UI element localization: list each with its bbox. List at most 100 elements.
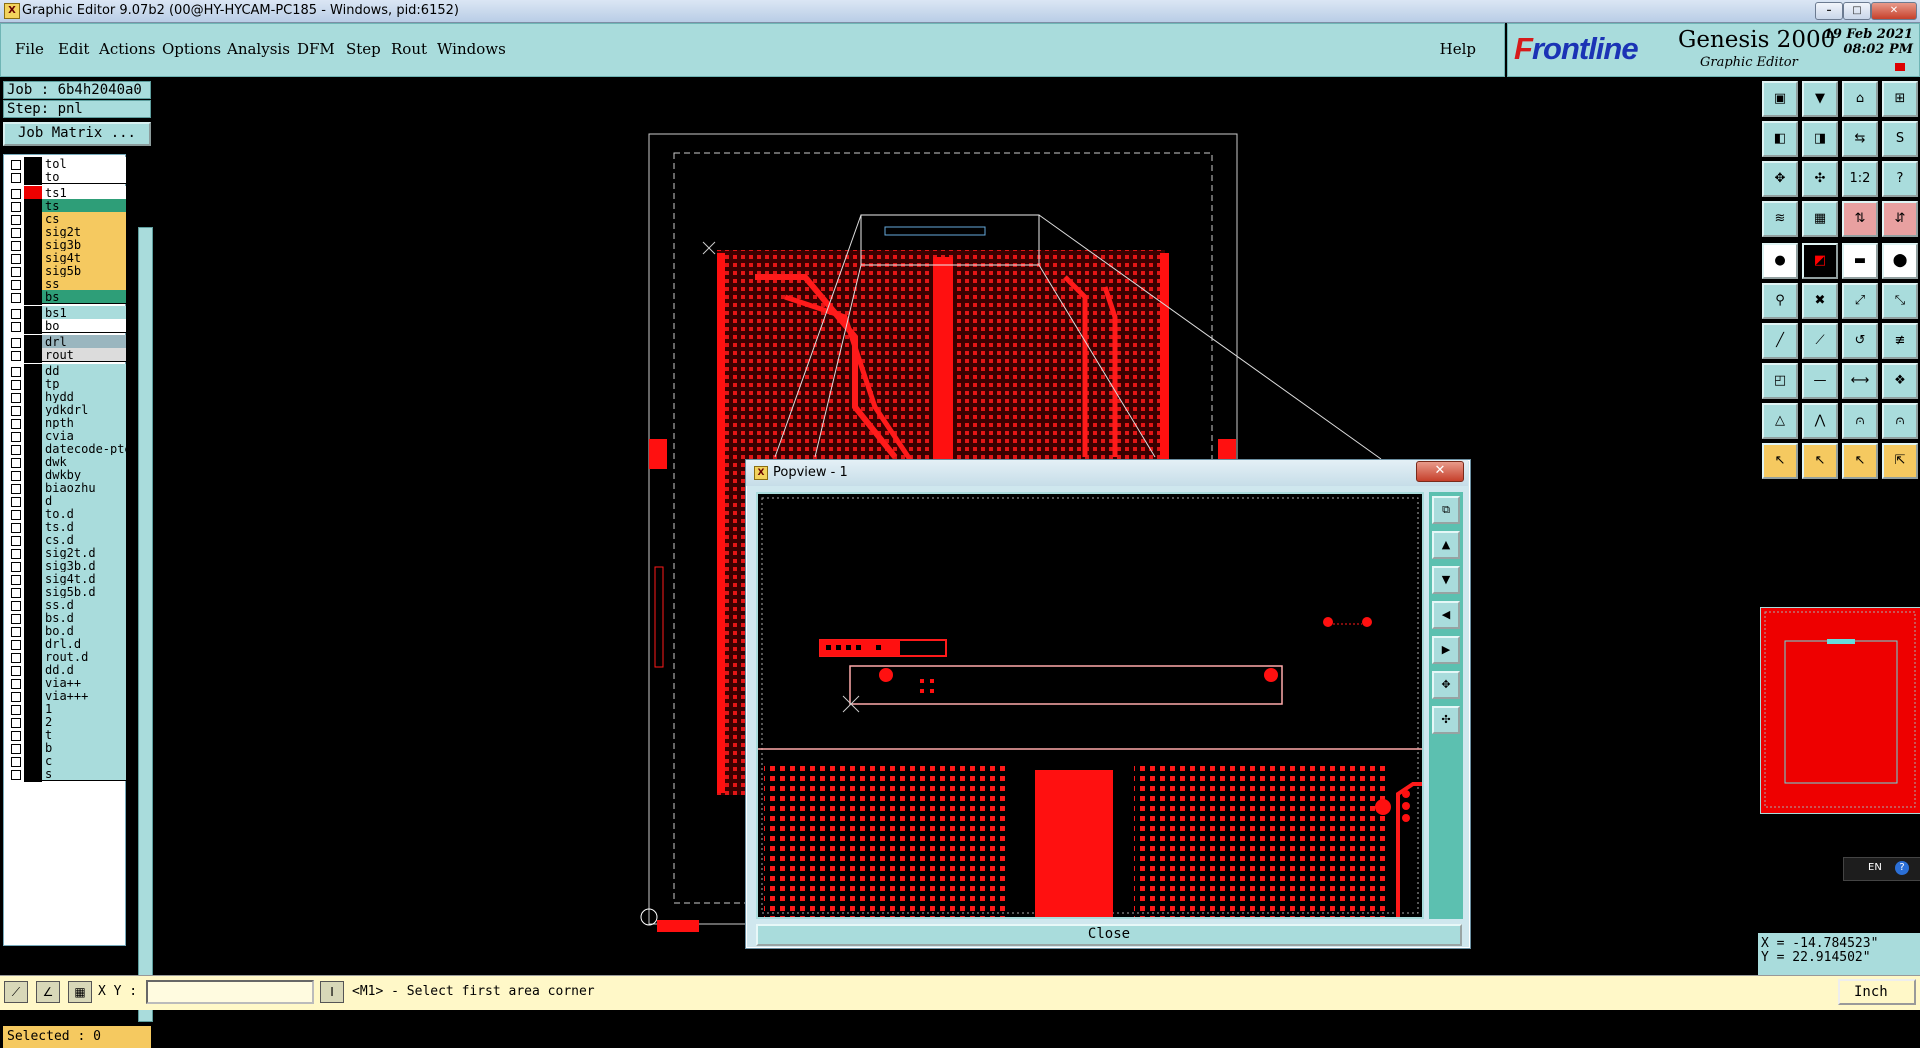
layer-checkbox[interactable] — [11, 497, 21, 507]
diagonal-line-icon[interactable]: ⟋ — [1802, 323, 1838, 359]
menu-rout[interactable]: Rout — [391, 40, 427, 58]
arrow-up-icon[interactable]: ⋀ — [1802, 403, 1838, 439]
layer-name[interactable]: via++ — [42, 676, 126, 690]
layer-name[interactable]: bs1 — [42, 306, 126, 320]
layer-name[interactable]: sig4t — [42, 251, 126, 265]
layer-name[interactable]: bo — [42, 319, 126, 333]
layer-name[interactable]: b — [42, 741, 126, 755]
layer-checkbox[interactable] — [11, 757, 21, 767]
layer-checkbox[interactable] — [11, 562, 21, 572]
scale-icon[interactable]: 1:2 — [1842, 161, 1878, 197]
layer-checkbox[interactable] — [11, 692, 21, 702]
layer-name[interactable]: hydd — [42, 390, 126, 404]
layer-checkbox[interactable] — [11, 731, 21, 741]
layer-row[interactable]: bo — [4, 319, 126, 334]
layer-checkbox[interactable] — [11, 380, 21, 390]
layer-name[interactable]: t — [42, 728, 126, 742]
pad-snap-icon[interactable]: ◰ — [1762, 363, 1798, 399]
grid-tool-icon[interactable]: ▦ — [68, 981, 92, 1003]
layer-name[interactable]: bs — [42, 290, 126, 304]
select-route-icon[interactable]: ⇱ — [1882, 443, 1918, 479]
layer-name[interactable]: ts — [42, 199, 126, 213]
mirror-icon[interactable]: ⇆ — [1842, 121, 1878, 157]
open-job-icon[interactable]: ▣ — [1762, 81, 1798, 117]
layer-name[interactable]: ydkdrl — [42, 403, 126, 417]
menu-file[interactable]: File — [15, 40, 44, 58]
grid-icon[interactable]: ▦ — [1802, 201, 1838, 237]
layer-name[interactable]: sig5b.d — [42, 585, 126, 599]
menu-edit[interactable]: Edit — [58, 40, 89, 58]
pattern-icon[interactable]: ❖ — [1882, 363, 1918, 399]
layer-name[interactable]: ts1 — [42, 186, 126, 200]
layer-checkbox[interactable] — [11, 770, 21, 780]
add-pad-icon[interactable]: ● — [1762, 243, 1798, 279]
popview-home-icon[interactable]: ✣ — [1432, 706, 1460, 734]
layer-name[interactable]: rout.d — [42, 650, 126, 664]
help-icon[interactable]: ? — [1882, 161, 1918, 197]
pan-right-icon[interactable]: ◨ — [1802, 121, 1838, 157]
delete-node-icon[interactable]: ✖ — [1802, 283, 1838, 319]
layer-checkbox[interactable] — [11, 215, 21, 225]
layer-row[interactable]: s — [4, 767, 126, 782]
layer-checkbox[interactable] — [11, 406, 21, 416]
layer-name[interactable]: ss.d — [42, 598, 126, 612]
bus-icon[interactable]: ≢ — [1882, 323, 1918, 359]
layer-name[interactable]: rout — [42, 348, 126, 362]
pan-left-icon[interactable]: ◧ — [1762, 121, 1798, 157]
add-surface-icon[interactable]: ◩ — [1802, 243, 1838, 279]
layer-checkbox[interactable] — [11, 419, 21, 429]
popview-zoom-in-icon[interactable]: ⧉ — [1432, 496, 1460, 524]
layer-name[interactable]: datecode-pte — [42, 442, 126, 456]
layer-checkbox[interactable] — [11, 666, 21, 676]
layer-name[interactable]: sig2t — [42, 225, 126, 239]
layer-checkbox[interactable] — [11, 523, 21, 533]
layer-name[interactable]: drl — [42, 335, 126, 349]
layer-name[interactable]: 2 — [42, 715, 126, 729]
measure-icon[interactable]: ⟷ — [1842, 363, 1878, 399]
wireframe-icon[interactable]: ≋ — [1762, 201, 1798, 237]
job-matrix-button[interactable]: Job Matrix ... — [3, 122, 151, 146]
layer-name[interactable]: npth — [42, 416, 126, 430]
layer-name[interactable]: biaozhu — [42, 481, 126, 495]
zoom-fit-icon[interactable]: ✥ — [1762, 161, 1798, 197]
layer-name[interactable]: sig3b.d — [42, 559, 126, 573]
layer-row[interactable]: rout — [4, 348, 126, 363]
minimize-button[interactable]: – — [1815, 2, 1843, 20]
popview-fit-icon[interactable]: ✥ — [1432, 671, 1460, 699]
select-net-icon[interactable]: ↖ — [1842, 443, 1878, 479]
layer-checkbox[interactable] — [11, 393, 21, 403]
layer-name[interactable]: dd — [42, 364, 126, 378]
layer-checkbox[interactable] — [11, 627, 21, 637]
layer-name[interactable]: tol — [42, 157, 126, 171]
popview-left-icon[interactable]: ◀ — [1432, 601, 1460, 629]
layer-row[interactable]: to — [4, 170, 126, 185]
select-pointer-icon[interactable]: ↖ — [1762, 443, 1798, 479]
popview-right-icon[interactable]: ▶ — [1432, 636, 1460, 664]
layer-name[interactable]: dwkby — [42, 468, 126, 482]
layer-checkbox[interactable] — [11, 549, 21, 559]
layer-checkbox[interactable] — [11, 160, 21, 170]
menu-options[interactable]: Options — [162, 40, 221, 58]
layer-checkbox[interactable] — [11, 432, 21, 442]
arch-fill-icon[interactable]: ⩀ — [1882, 403, 1918, 439]
layer-name[interactable]: sig2t.d — [42, 546, 126, 560]
layer-name[interactable]: via+++ — [42, 689, 126, 703]
popview-close-x-button[interactable]: ✕ — [1416, 461, 1464, 482]
menu-analysis[interactable]: Analysis — [227, 40, 290, 58]
triangle-icon[interactable]: △ — [1762, 403, 1798, 439]
layer-checkbox[interactable] — [11, 718, 21, 728]
layer-name[interactable]: d — [42, 494, 126, 508]
move-node-icon[interactable]: ⤡ — [1882, 283, 1918, 319]
layer-name[interactable]: to.d — [42, 507, 126, 521]
layer-checkbox[interactable] — [11, 309, 21, 319]
layer-name[interactable]: sig3b — [42, 238, 126, 252]
zoom-home-icon[interactable]: ✣ — [1802, 161, 1838, 197]
layer-name[interactable]: drl.d — [42, 637, 126, 651]
layer-name[interactable]: dwk — [42, 455, 126, 469]
layer-checkbox[interactable] — [11, 351, 21, 361]
layer-checkbox[interactable] — [11, 471, 21, 481]
line-icon[interactable]: ╱ — [1762, 323, 1798, 359]
layer-checkbox[interactable] — [11, 293, 21, 303]
menu-help[interactable]: Help — [1440, 40, 1476, 58]
overview-minimap[interactable] — [1760, 607, 1920, 814]
